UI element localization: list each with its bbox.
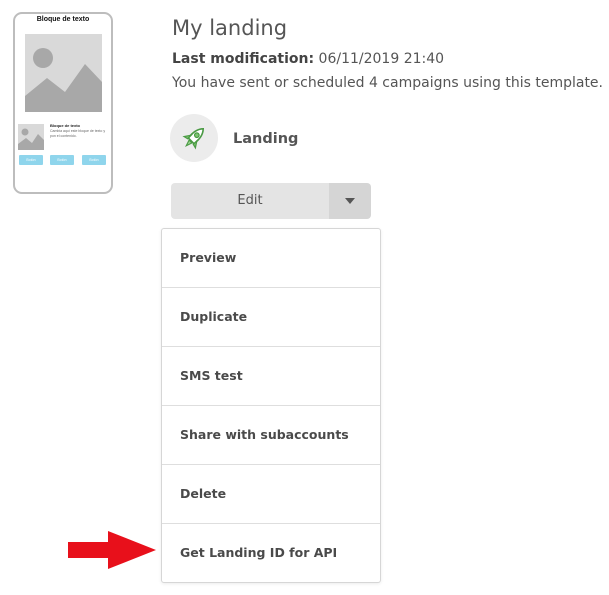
actions-dropdown-menu: Preview Duplicate SMS test Share with su… — [161, 228, 381, 583]
menu-item-label: Share with subaccounts — [180, 427, 349, 442]
menu-item-label: Get Landing ID for API — [180, 545, 338, 560]
thumbnail-button: Botón — [19, 155, 43, 165]
menu-item-sms-test[interactable]: SMS test — [162, 347, 380, 406]
thumbnail-title: Bloque de texto — [36, 16, 90, 23]
menu-item-label: Preview — [180, 250, 237, 265]
menu-item-label: SMS test — [180, 368, 243, 383]
last-modification: Last modification: 06/11/2019 21:40 — [172, 51, 444, 67]
menu-item-label: Duplicate — [180, 309, 248, 324]
menu-item-label: Delete — [180, 486, 227, 501]
template-type-label: Landing — [233, 131, 299, 147]
edit-button[interactable]: Edit — [171, 183, 329, 219]
menu-item-preview[interactable]: Preview — [162, 229, 380, 288]
thumbnail-button: Botón — [82, 155, 106, 165]
image-placeholder-icon — [18, 124, 44, 150]
menu-item-share-subaccounts[interactable]: Share with subaccounts — [162, 406, 380, 465]
page-title: My landing — [172, 16, 288, 40]
thumbnail-text: Cambia aquí este bloque de texto y pon e… — [50, 129, 106, 138]
template-thumbnail[interactable]: Bloque de texto Bloque de texto Cambia a… — [13, 12, 113, 194]
last-modification-value: 06/11/2019 21:40 — [318, 51, 445, 67]
thumbnail-subtitle: Bloque de texto — [50, 123, 81, 128]
rocket-icon — [170, 114, 218, 162]
edit-options-toggle[interactable] — [329, 183, 371, 219]
menu-item-duplicate[interactable]: Duplicate — [162, 288, 380, 347]
last-modification-label: Last modification: — [172, 51, 315, 67]
image-placeholder-icon — [25, 34, 102, 112]
chevron-down-icon — [345, 198, 355, 204]
red-arrow-icon — [68, 531, 156, 569]
thumbnail-button: Botón — [50, 155, 74, 165]
menu-item-delete[interactable]: Delete — [162, 465, 380, 524]
page: Bloque de texto Bloque de texto Cambia a… — [0, 0, 609, 595]
campaigns-info: You have sent or scheduled 4 campaigns u… — [172, 75, 603, 91]
menu-item-get-landing-id[interactable]: Get Landing ID for API — [162, 524, 380, 582]
